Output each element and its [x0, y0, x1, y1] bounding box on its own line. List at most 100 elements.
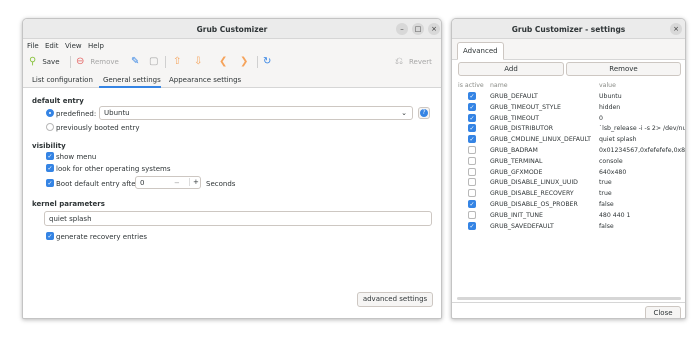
row-name[interactable]: GRUB_SAVEDEFAULT	[490, 223, 554, 230]
recovery-entries-checkbox[interactable]: ✓	[46, 232, 54, 240]
row-name[interactable]: GRUB_TIMEOUT_STYLE	[490, 104, 561, 111]
timeout-value[interactable]: 0	[140, 179, 144, 187]
menu-help[interactable]: Help	[88, 42, 104, 50]
row-value[interactable]: 640x480	[599, 169, 685, 176]
kernel-parameters-input[interactable]: quiet splash	[44, 211, 432, 226]
settings-titlebar[interactable]: Grub Customizer - settings ×	[452, 19, 685, 39]
decrement-button[interactable]: −	[174, 179, 180, 187]
row-name[interactable]: GRUB_TIMEOUT	[490, 115, 539, 122]
row-active-checkbox[interactable]: ✓	[468, 124, 476, 133]
row-name[interactable]: GRUB_DISTRIBUTOR	[490, 125, 553, 132]
row-active-checkbox[interactable]: ✓	[468, 113, 476, 122]
header-name[interactable]: name	[490, 82, 508, 89]
row-name[interactable]: GRUB_DEFAULT	[490, 93, 538, 100]
table-row[interactable]: ✓ GRUB_DISABLE_OS_PROBER false	[452, 199, 685, 210]
move-down-button[interactable]: ⇩	[194, 55, 202, 69]
row-name[interactable]: GRUB_DISABLE_LINUX_UUID	[490, 179, 578, 186]
table-row[interactable]: GRUB_GFXMODE 640x480	[452, 167, 685, 178]
row-value[interactable]: 0x01234567,0xfefefefe,0x8	[599, 147, 685, 154]
revert-button[interactable]: ⎌ Revert	[395, 55, 432, 69]
table-row[interactable]: ✓ GRUB_CMDLINE_LINUX_DEFAULT quiet splash	[452, 134, 685, 145]
close-button[interactable]: ×	[428, 23, 440, 35]
tab-appearance-settings[interactable]: Appearance settings	[169, 76, 241, 84]
row-value[interactable]: 0	[599, 115, 685, 122]
row-name[interactable]: GRUB_TERMINAL	[490, 158, 542, 165]
table-row[interactable]: GRUB_DISABLE_RECOVERY true	[452, 188, 685, 199]
tab-advanced[interactable]: Advanced	[457, 42, 504, 60]
row-value[interactable]: console	[599, 158, 685, 165]
save-button[interactable]: ⚲ Save	[29, 55, 60, 69]
row-active-checkbox[interactable]: ✓	[468, 135, 476, 144]
move-left-button[interactable]: ❮	[219, 55, 227, 69]
move-down-icon: ⇩	[194, 56, 203, 67]
row-value[interactable]: quiet splash	[599, 136, 685, 143]
row-active-checkbox[interactable]: ✓	[468, 200, 476, 208]
remove-button[interactable]: ⊖ Remove	[76, 55, 119, 69]
row-name[interactable]: GRUB_CMDLINE_LINUX_DEFAULT	[490, 136, 591, 143]
row-active-checkbox[interactable]	[468, 167, 476, 176]
table-row[interactable]: ✓ GRUB_DEFAULT Ubuntu	[452, 91, 685, 102]
boot-default-after-checkbox[interactable]: ✓	[46, 179, 54, 187]
increment-button[interactable]: +	[189, 178, 199, 186]
row-active-checkbox[interactable]	[468, 156, 476, 165]
row-active-checkbox[interactable]: ✓	[468, 102, 476, 111]
row-value[interactable]: true	[599, 190, 685, 197]
tab-general-settings[interactable]: General settings	[103, 76, 161, 84]
menu-edit[interactable]: Edit	[45, 42, 59, 50]
table-row[interactable]: GRUB_TERMINAL console	[452, 156, 685, 167]
row-name[interactable]: GRUB_GFXMODE	[490, 169, 542, 176]
tab-list-configuration[interactable]: List configuration	[32, 76, 93, 84]
table-row[interactable]: ✓ GRUB_TIMEOUT 0	[452, 113, 685, 124]
main-titlebar[interactable]: Grub Customizer – □ ×	[23, 19, 441, 39]
table-row[interactable]: GRUB_BADRAM 0x01234567,0xfefefefe,0x8	[452, 145, 685, 156]
add-button[interactable]: Add	[458, 62, 564, 76]
row-name[interactable]: GRUB_DISABLE_OS_PROBER	[490, 201, 578, 208]
previously-booted-radio[interactable]	[46, 123, 54, 131]
row-active-checkbox[interactable]	[468, 210, 476, 219]
row-value[interactable]: Ubuntu	[599, 93, 685, 100]
row-name[interactable]: GRUB_BADRAM	[490, 147, 538, 154]
advanced-settings-button[interactable]: advanced settings	[357, 292, 433, 307]
table-row[interactable]: GRUB_INIT_TUNE 480 440 1	[452, 210, 685, 221]
row-active-checkbox[interactable]: ✓	[468, 221, 476, 230]
show-menu-checkbox[interactable]: ✓	[46, 152, 54, 160]
look-for-os-checkbox[interactable]: ✓	[46, 164, 54, 172]
row-value[interactable]: 480 440 1	[599, 212, 685, 219]
maximize-button[interactable]: □	[412, 23, 424, 35]
table-row[interactable]: GRUB_DISABLE_LINUX_UUID true	[452, 177, 685, 188]
visibility-heading: visibility	[32, 142, 66, 150]
row-value[interactable]: hidden	[599, 104, 685, 111]
row-active-checkbox[interactable]: ✓	[468, 92, 476, 100]
row-active-checkbox[interactable]	[468, 146, 476, 154]
row-value[interactable]: true	[599, 179, 685, 186]
info-button[interactable]: ?	[418, 107, 430, 119]
move-up-button[interactable]: ⇧	[173, 55, 181, 69]
header-value[interactable]: value	[599, 82, 616, 89]
create-entry-button[interactable]: ▢	[149, 55, 158, 69]
row-value[interactable]: false	[599, 201, 685, 208]
menu-view[interactable]: View	[65, 42, 82, 50]
menu-file[interactable]: File	[27, 42, 39, 50]
remove-setting-button[interactable]: Remove	[566, 62, 681, 76]
default-entry-select[interactable]: Ubuntu ⌄	[99, 106, 413, 120]
row-value[interactable]: false	[599, 223, 685, 230]
table-row[interactable]: ✓ GRUB_SAVEDEFAULT false	[452, 221, 685, 232]
row-value[interactable]: `lsb_release -i -s 2> /dev/nu	[599, 125, 685, 132]
header-is-active[interactable]: is active	[458, 82, 484, 89]
table-row[interactable]: ✓ GRUB_TIMEOUT_STYLE hidden	[452, 102, 685, 113]
remove-icon: ⊖	[76, 56, 85, 67]
move-right-button[interactable]: ❯	[240, 55, 248, 69]
refresh-button[interactable]: ↻	[263, 55, 271, 69]
edit-button[interactable]: ✎	[131, 55, 139, 69]
row-name[interactable]: GRUB_DISABLE_RECOVERY	[490, 190, 574, 197]
row-active-checkbox[interactable]	[468, 178, 476, 187]
settings-close-button[interactable]: ×	[670, 23, 682, 35]
horizontal-scrollbar[interactable]	[457, 297, 681, 300]
table-row[interactable]: ✓ GRUB_DISTRIBUTOR `lsb_release -i -s 2> /…	[452, 123, 685, 134]
close-settings-button[interactable]: Close	[645, 306, 681, 318]
predefined-radio[interactable]	[46, 109, 54, 117]
row-name[interactable]: GRUB_INIT_TUNE	[490, 212, 543, 219]
row-active-checkbox[interactable]	[468, 189, 476, 198]
minimize-button[interactable]: –	[396, 23, 408, 35]
settings-bottom-separator	[452, 302, 685, 303]
